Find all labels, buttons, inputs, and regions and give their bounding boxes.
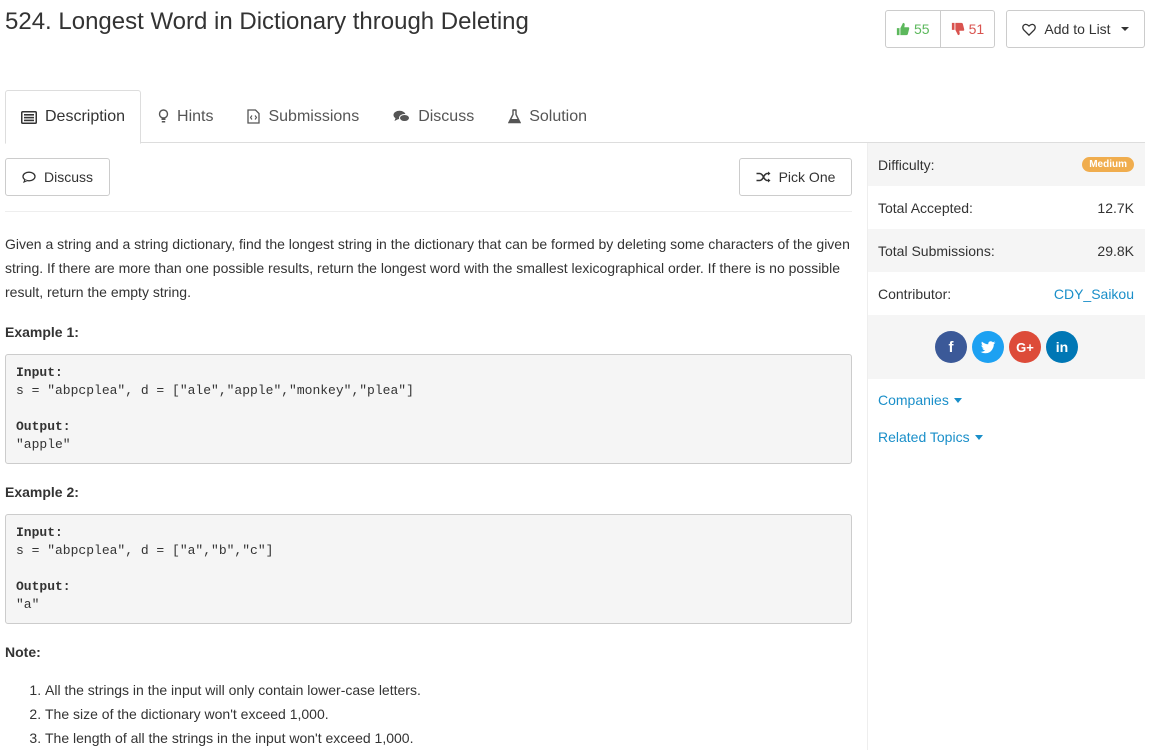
tab-description-label: Description <box>45 108 126 125</box>
example-2-input: s = "abpcplea", d = ["a","b","c"] <box>16 543 274 558</box>
tab-solution-label: Solution <box>529 107 588 125</box>
social-share: f G+ in <box>868 315 1145 379</box>
example-1-code: Input: s = "abpcplea", d = ["ale","apple… <box>5 354 852 464</box>
heart-icon <box>1022 23 1037 36</box>
example-2-input-label: Input: <box>16 525 63 540</box>
code-file-icon <box>247 109 261 124</box>
facebook-icon[interactable]: f <box>935 331 967 363</box>
tab-hints-label: Hints <box>177 107 214 125</box>
page-title: 524. Longest Word in Dictionary through … <box>5 8 529 35</box>
flask-icon <box>508 109 522 124</box>
thumbs-up-icon <box>896 22 910 36</box>
description-icon <box>21 110 37 124</box>
comment-icon <box>22 171 36 183</box>
shuffle-icon <box>756 171 771 183</box>
problem-description: Given a string and a string dictionary, … <box>5 236 850 300</box>
example-2-output: "a" <box>16 597 40 612</box>
example-1-input: s = "abpcplea", d = ["ale","apple","monk… <box>16 383 414 398</box>
discuss-button-label: Discuss <box>43 169 93 185</box>
problem-page: 524. Longest Word in Dictionary through … <box>0 0 1153 750</box>
accepted-row: Total Accepted: 12.7K <box>868 186 1145 229</box>
problem-content: Given a string and a string dictionary, … <box>5 232 855 750</box>
thumbs-down-icon <box>951 22 964 36</box>
discuss-button[interactable]: Discuss <box>5 158 110 196</box>
tab-submissions-label: Submissions <box>268 107 360 125</box>
difficulty-row: Difficulty: Medium <box>868 143 1145 186</box>
note-item: All the strings in the input will only c… <box>45 678 855 702</box>
caret-down-icon <box>974 434 983 440</box>
example-1-title: Example 1: <box>5 324 79 340</box>
contributor-link[interactable]: CDY_Saikou <box>1054 286 1134 302</box>
difficulty-badge: Medium <box>1082 157 1134 172</box>
linkedin-icon[interactable]: in <box>1046 331 1078 363</box>
companies-label: Companies <box>878 392 949 408</box>
submissions-row: Total Submissions: 29.8K <box>868 229 1145 272</box>
related-topics-toggle[interactable]: Related Topics <box>868 428 1145 446</box>
upvote-count: 55 <box>914 21 930 37</box>
accepted-value: 12.7K <box>1097 199 1134 216</box>
linkedin-glyph: in <box>1055 339 1069 355</box>
example-2-code: Input: s = "abpcplea", d = ["a","b","c"]… <box>5 514 852 624</box>
caret-down-icon <box>953 397 962 403</box>
example-1-input-label: Input: <box>16 365 63 380</box>
tab-discuss[interactable]: Discuss <box>376 90 491 143</box>
contributor-label: Contributor: <box>878 285 952 302</box>
tab-solution[interactable]: Solution <box>491 90 604 143</box>
google-plus-icon[interactable]: G+ <box>1009 331 1041 363</box>
accepted-label: Total Accepted: <box>878 199 973 216</box>
example-1-output: "apple" <box>16 437 71 452</box>
note-title: Note: <box>5 644 41 660</box>
tab-submissions[interactable]: Submissions <box>230 90 376 143</box>
facebook-glyph: f <box>948 338 954 356</box>
tab-hints[interactable]: Hints <box>141 90 230 143</box>
related-topics-label: Related Topics <box>878 429 970 445</box>
tab-description[interactable]: Description <box>5 90 142 144</box>
problem-tabs: Description Hints Submissions Discuss So… <box>5 90 1145 144</box>
submissions-value: 29.8K <box>1097 242 1134 259</box>
twitter-bird-glyph <box>980 340 996 353</box>
add-to-list-label: Add to List <box>1044 21 1111 37</box>
problem-sidebar: Difficulty: Medium Total Accepted: 12.7K… <box>867 143 1145 750</box>
content-divider <box>5 211 852 212</box>
submissions-label: Total Submissions: <box>878 242 995 259</box>
tab-discuss-label: Discuss <box>418 107 475 125</box>
example-2-title: Example 2: <box>5 484 79 500</box>
note-list: All the strings in the input will only c… <box>5 678 855 750</box>
companies-toggle[interactable]: Companies <box>868 391 1145 409</box>
downvote-button[interactable]: 51 <box>939 11 995 47</box>
difficulty-label: Difficulty: <box>878 156 935 173</box>
example-1-output-label: Output: <box>16 419 71 434</box>
contributor-row: Contributor: CDY_Saikou <box>868 272 1145 315</box>
twitter-icon[interactable] <box>972 331 1004 363</box>
vote-group: 55 51 <box>885 10 996 48</box>
note-item: The size of the dictionary won't exceed … <box>45 702 855 726</box>
caret-down-icon <box>1120 27 1129 31</box>
pick-one-button[interactable]: Pick One <box>739 158 852 196</box>
downvote-count: 51 <box>968 21 985 37</box>
pick-one-label: Pick One <box>778 169 836 185</box>
note-item: The length of all the strings in the inp… <box>45 726 855 750</box>
add-to-list-button[interactable]: Add to List <box>1006 10 1145 48</box>
upvote-button[interactable]: 55 <box>886 11 940 47</box>
lightbulb-icon <box>158 109 169 123</box>
google-plus-glyph: G+ <box>1016 339 1034 355</box>
comments-icon <box>393 110 411 122</box>
example-2-output-label: Output: <box>16 579 71 594</box>
